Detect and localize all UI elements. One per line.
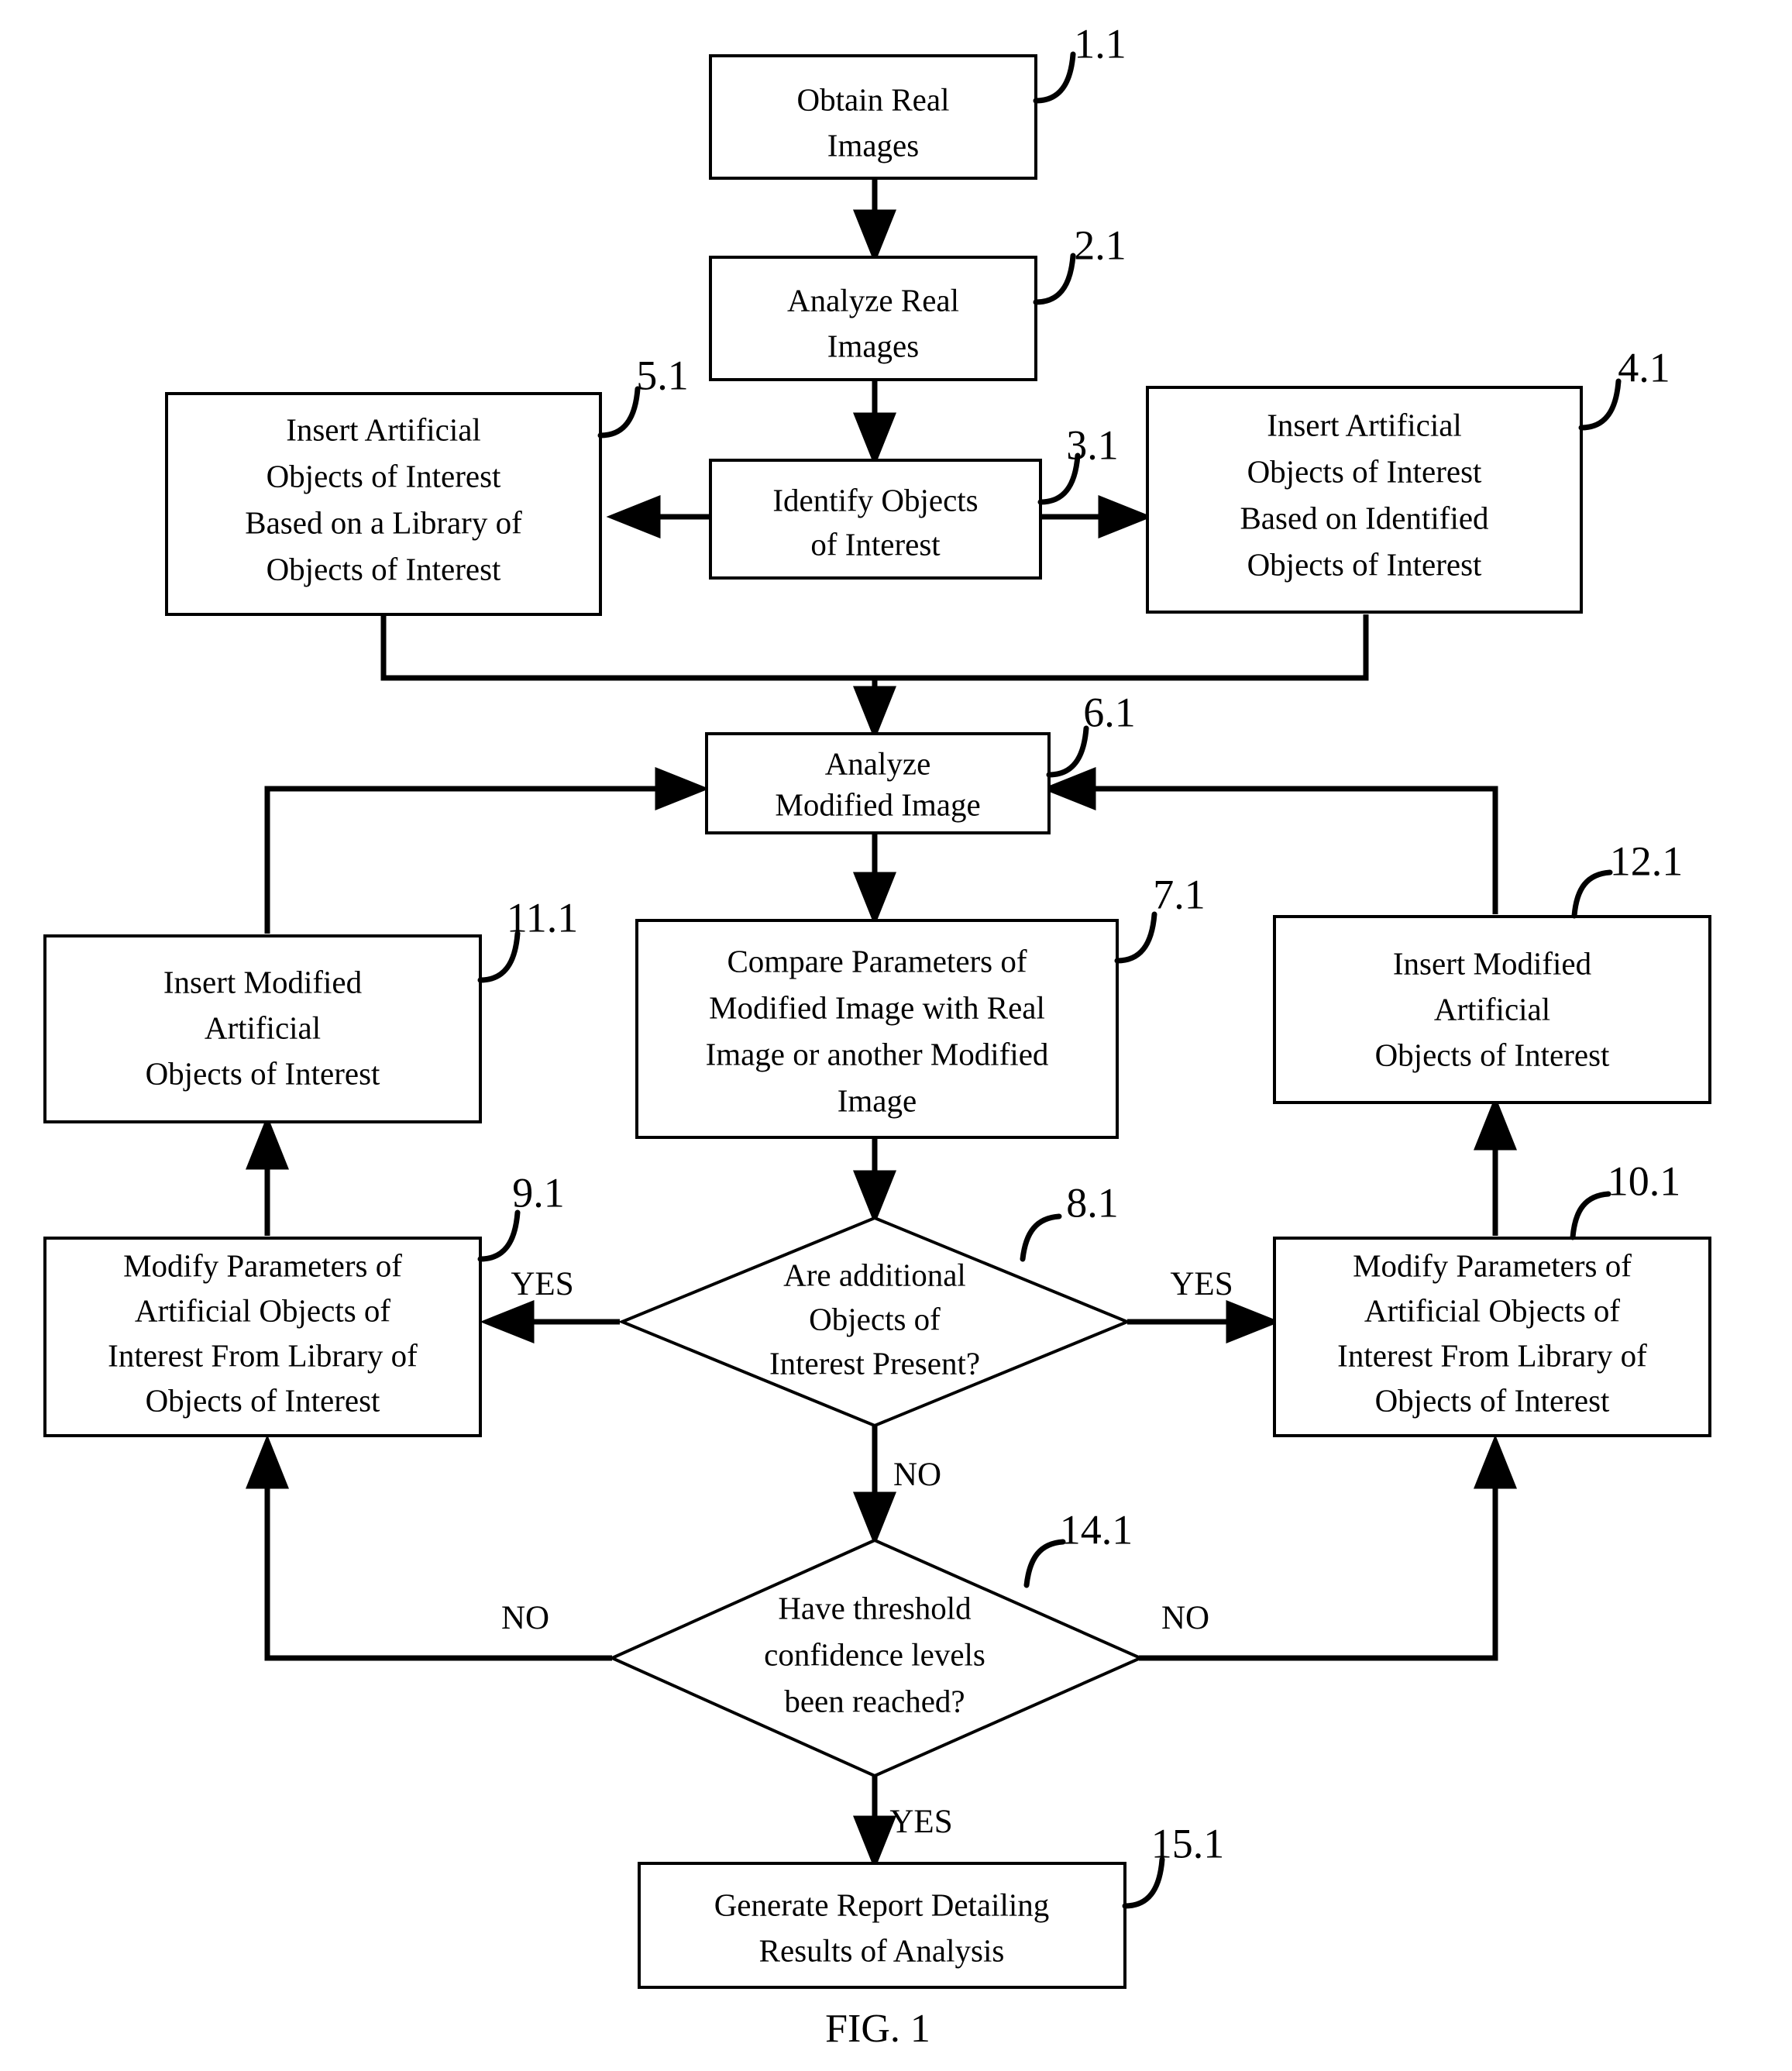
node-label-line: Artificial Objects of bbox=[135, 1292, 391, 1328]
node-label-line: Objects of Interest bbox=[146, 1382, 380, 1418]
reference-leader-line bbox=[1033, 51, 1076, 104]
node-label-line: Analyze bbox=[825, 745, 931, 781]
node-label-line: Identify Objects bbox=[772, 482, 978, 518]
node-label-line: Objects of Interest bbox=[1247, 453, 1482, 489]
reference-leader-line bbox=[597, 386, 641, 439]
reference-leader-line bbox=[1020, 1213, 1062, 1262]
edge-identified-insert-to-analyze-modified bbox=[875, 614, 1369, 681]
reference-numeral: 9.1 bbox=[512, 1169, 565, 1216]
node-label-line: Obtain Real bbox=[797, 81, 950, 117]
edge-label-no-down: NO bbox=[893, 1457, 941, 1493]
node-label-line: Insert Modified bbox=[1393, 945, 1591, 981]
node-obtain-real-images[interactable]: Obtain Real Images 1.1 bbox=[709, 20, 1126, 180]
node-label-line: been reached? bbox=[784, 1683, 965, 1718]
node-label-line: Interest From Library of bbox=[108, 1337, 418, 1373]
node-identify-objects-of-interest[interactable]: Identify Objects of Interest 3.1 bbox=[709, 421, 1119, 580]
node-label-line: Artificial bbox=[205, 1010, 321, 1045]
node-generate-report[interactable]: Generate Report Detailing Results of Ana… bbox=[638, 1820, 1225, 1989]
reference-leader-line bbox=[1570, 1191, 1611, 1240]
node-label-line: Interest From Library of bbox=[1337, 1337, 1647, 1373]
node-compare-parameters[interactable]: Compare Parameters of Modified Image wit… bbox=[635, 871, 1206, 1139]
node-label-line: Insert Artificial bbox=[1267, 407, 1462, 442]
node-label-line: Results of Analysis bbox=[759, 1932, 1005, 1968]
node-label-line: Modify Parameters of bbox=[1353, 1247, 1632, 1283]
node-label-line: Images bbox=[827, 328, 919, 363]
reference-numeral: 15.1 bbox=[1151, 1820, 1225, 1866]
reference-numeral: 4.1 bbox=[1618, 344, 1670, 390]
node-decision-additional-objects[interactable]: Are additional Objects of Interest Prese… bbox=[617, 1179, 1132, 1428]
node-label-line: Objects of Interest bbox=[1375, 1382, 1610, 1418]
node-analyze-modified-image[interactable]: Analyze Modified Image 6.1 bbox=[705, 689, 1136, 834]
node-label-line: Analyze Real bbox=[787, 282, 959, 318]
node-label-line: Have threshold bbox=[778, 1590, 971, 1625]
node-label-line: Modify Parameters of bbox=[123, 1247, 402, 1283]
node-label-line: Artificial Objects of bbox=[1364, 1292, 1621, 1328]
node-label-line: Images bbox=[827, 127, 919, 163]
patent-figure-page: Obtain Real Images 1.1 Analyze Real Imag… bbox=[0, 0, 1792, 2071]
reference-numeral: 7.1 bbox=[1153, 871, 1206, 917]
figure-caption: FIG. 1 bbox=[825, 2007, 930, 2051]
reference-numeral: 11.1 bbox=[507, 894, 579, 941]
edge-label-yes-right: YES bbox=[1170, 1266, 1233, 1302]
edge-insert-modified-right-to-analyze-modified bbox=[1041, 767, 1498, 914]
node-decision-threshold-confidence[interactable]: Have threshold confidence levels been re… bbox=[608, 1506, 1144, 1778]
reference-numeral: 14.1 bbox=[1060, 1506, 1133, 1553]
reference-numeral: 5.1 bbox=[636, 352, 689, 398]
node-analyze-real-images[interactable]: Analyze Real Images 2.1 bbox=[709, 222, 1126, 381]
node-label-line: Insert Artificial bbox=[286, 411, 481, 447]
node-modify-parameters-right[interactable]: Modify Parameters of Artificial Objects … bbox=[1273, 1158, 1711, 1437]
reference-leader-line bbox=[1571, 869, 1613, 919]
edge-insert-modified-left-to-analyze-modified bbox=[264, 767, 710, 934]
reference-leader-line bbox=[1033, 253, 1076, 305]
reference-leader-line bbox=[1046, 725, 1089, 778]
reference-numeral: 3.1 bbox=[1066, 421, 1119, 468]
node-label-line: Generate Report Detailing bbox=[714, 1887, 1050, 1922]
reference-numeral: 8.1 bbox=[1066, 1179, 1119, 1226]
reference-leader-line bbox=[477, 1209, 521, 1262]
edge-label-yes-left: YES bbox=[511, 1266, 573, 1302]
node-insert-modified-artificial-left[interactable]: Insert Modified Artificial Objects of In… bbox=[43, 894, 579, 1123]
reference-numeral: 1.1 bbox=[1074, 20, 1126, 67]
node-insert-artificial-identified[interactable]: Insert Artificial Objects of Interest Ba… bbox=[1146, 344, 1670, 614]
edge-decision14-no-left bbox=[246, 1434, 612, 1661]
edge-library-insert-to-analyze-modified bbox=[380, 614, 875, 681]
node-label-line: Image bbox=[838, 1082, 917, 1118]
reference-numeral: 10.1 bbox=[1608, 1158, 1681, 1204]
node-label-line: Interest Present? bbox=[769, 1345, 980, 1381]
reference-leader-line bbox=[1578, 378, 1622, 431]
node-label-line: Objects of Interest bbox=[267, 458, 501, 494]
node-label-line: Objects of Interest bbox=[146, 1055, 380, 1091]
node-label-line: Based on a Library of bbox=[245, 504, 522, 540]
node-modify-parameters-left[interactable]: Modify Parameters of Artificial Objects … bbox=[43, 1169, 565, 1437]
node-insert-artificial-library[interactable]: Insert Artificial Objects of Interest Ba… bbox=[165, 352, 689, 616]
node-label-line: Compare Parameters of bbox=[727, 943, 1027, 979]
edge-label-yes-down: YES bbox=[889, 1804, 952, 1840]
reference-numeral: 12.1 bbox=[1610, 838, 1684, 884]
node-label-line: Objects of Interest bbox=[1247, 546, 1482, 582]
node-label-line: Objects of Interest bbox=[1375, 1037, 1610, 1072]
node-label-line: Modified Image bbox=[775, 786, 980, 822]
edge-label-no-right: NO bbox=[1161, 1600, 1209, 1636]
edge-label-no-left: NO bbox=[501, 1600, 549, 1636]
reference-numeral: 6.1 bbox=[1083, 689, 1136, 735]
reference-numeral: 2.1 bbox=[1074, 222, 1126, 268]
node-label-line: Artificial bbox=[1434, 991, 1550, 1027]
flowchart-svg: Obtain Real Images 1.1 Analyze Real Imag… bbox=[43, 20, 1711, 2051]
node-label-line: Based on Identified bbox=[1240, 500, 1488, 535]
node-label-line: of Interest bbox=[810, 526, 941, 562]
reference-leader-line bbox=[1114, 911, 1157, 964]
reference-leader-line bbox=[1023, 1539, 1066, 1588]
node-label-line: Objects of bbox=[809, 1301, 941, 1337]
node-label-line: Modified Image with Real bbox=[709, 989, 1045, 1025]
node-label-line: confidence levels bbox=[764, 1636, 985, 1672]
node-label-line: Are additional bbox=[783, 1257, 966, 1292]
node-label-line: Objects of Interest bbox=[267, 551, 501, 587]
node-insert-modified-artificial-right[interactable]: Insert Modified Artificial Objects of In… bbox=[1273, 838, 1711, 1104]
node-label-line: Insert Modified bbox=[163, 964, 362, 999]
node-label-line: Image or another Modified bbox=[706, 1036, 1049, 1072]
